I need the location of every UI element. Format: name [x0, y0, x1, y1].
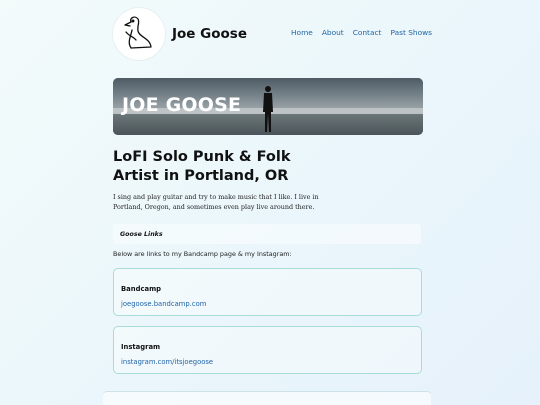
- banner-title: JOE GOOSE: [122, 94, 242, 116]
- logo[interactable]: [113, 8, 165, 60]
- bandcamp-card: Bandcamp joegoose.bandcamp.com: [113, 268, 422, 316]
- nav-about[interactable]: About: [322, 28, 344, 37]
- main-nav: Home About Contact Past Shows: [291, 28, 432, 37]
- nav-contact[interactable]: Contact: [353, 28, 382, 37]
- headline-line-1: LoFI Solo Punk & Folk: [113, 149, 291, 165]
- instagram-link[interactable]: instagram.com/itsjoegoose: [121, 358, 213, 366]
- hero-banner: JOE GOOSE: [113, 78, 423, 135]
- instagram-card: Instagram instagram.com/itsjoegoose: [113, 326, 422, 374]
- links-intro-text: Below are links to my Bandcamp page & my…: [113, 250, 292, 258]
- nav-home[interactable]: Home: [291, 28, 313, 37]
- intro-text: I sing and play guitar and try to make m…: [113, 193, 319, 211]
- person-silhouette-icon: [263, 86, 273, 132]
- instagram-card-title: Instagram: [121, 343, 161, 351]
- section-goose-links: Goose Links: [113, 224, 421, 244]
- page: Joe Goose Home About Contact Past Shows …: [103, 0, 432, 405]
- site-header: Joe Goose Home About Contact Past Shows: [113, 8, 432, 60]
- headline-line-2: Artist in Portland, OR: [113, 168, 289, 184]
- bandcamp-link[interactable]: joegoose.bandcamp.com: [121, 300, 206, 308]
- goose-icon: [124, 16, 152, 49]
- page-headline: LoFI Solo Punk & Folk Artist in Portland…: [113, 148, 413, 186]
- nav-past-shows[interactable]: Past Shows: [390, 28, 432, 37]
- footer-strip: [103, 391, 431, 405]
- site-title[interactable]: Joe Goose: [172, 26, 247, 42]
- bandcamp-card-title: Bandcamp: [121, 285, 162, 293]
